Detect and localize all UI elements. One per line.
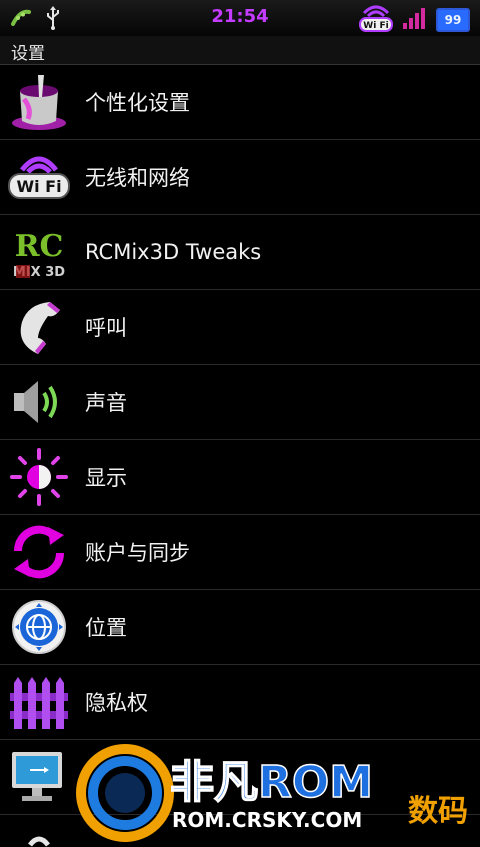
settings-item-label: 账户与同步 — [85, 541, 190, 565]
page-title: 设置 — [11, 44, 45, 64]
paint-bucket-icon — [8, 71, 70, 133]
wifi-status-icon: Wi Fi — [358, 3, 394, 37]
settings-item-sound[interactable]: 声音 — [0, 365, 480, 440]
settings-item-wireless[interactable]: Wi Fi 无线和网络 — [0, 140, 480, 215]
fence-icon — [8, 671, 70, 733]
brightness-icon — [8, 446, 70, 508]
settings-item-label: 个性化设置 — [85, 91, 190, 115]
settings-item-location[interactable]: 位置 — [0, 590, 480, 665]
title-bar: 设置 — [0, 36, 480, 65]
svg-text:Wi Fi: Wi Fi — [363, 21, 388, 31]
settings-item-rcmix-tweaks[interactable]: RC MIX 3D RCMix3D Tweaks — [0, 215, 480, 290]
partial-item-icon — [8, 815, 70, 847]
settings-item-label: RCMix3D Tweaks — [85, 240, 262, 264]
watermark-extra: 数码 — [408, 794, 468, 829]
phone-handset-icon — [8, 296, 70, 358]
settings-list: 个性化设置 Wi Fi 无线和网络 RC MIX 3D RCMix3D Twea… — [0, 65, 480, 847]
settings-item-personalize[interactable]: 个性化设置 — [0, 65, 480, 140]
settings-item-label: 声音 — [85, 391, 127, 415]
signal-strength-icon — [402, 5, 428, 35]
settings-item-label: 显示 — [85, 466, 127, 490]
speaker-icon — [8, 371, 70, 433]
watermark-url: ROM.CRSKY.COM — [172, 808, 362, 832]
sync-icon — [8, 521, 70, 583]
settings-item-privacy[interactable]: 隐私权 — [0, 665, 480, 740]
settings-item-accounts-sync[interactable]: 账户与同步 — [0, 515, 480, 590]
status-right-icons: Wi Fi 99 — [358, 3, 470, 37]
screen: 21:54 Wi Fi 99 设置 个性化设置 Wi Fi 无线和网络 RC M… — [0, 0, 480, 847]
svg-text:Wi Fi: Wi Fi — [16, 177, 61, 196]
settings-item-label: 隐私权 — [85, 691, 148, 715]
svg-text:RC: RC — [15, 229, 64, 264]
rcmix3d-logo-icon: RC MIX 3D — [8, 221, 70, 283]
globe-location-icon — [8, 596, 70, 658]
settings-item-call[interactable]: 呼叫 — [0, 290, 480, 365]
settings-item-label: 无线和网络 — [85, 166, 190, 190]
battery-icon: 99 — [436, 8, 470, 32]
monitor-usb-icon — [8, 746, 70, 808]
watermark-logo: 非凡ROM ROM.CRSKY.COM 数码 — [70, 735, 480, 847]
settings-item-label: 位置 — [85, 616, 127, 640]
settings-item-display[interactable]: 显示 — [0, 440, 480, 515]
watermark-brand-cn: 非凡ROM — [170, 757, 373, 808]
settings-item-label: 呼叫 — [85, 316, 127, 340]
status-bar: 21:54 Wi Fi 99 — [0, 0, 480, 36]
wifi-icon: Wi Fi — [8, 146, 70, 208]
